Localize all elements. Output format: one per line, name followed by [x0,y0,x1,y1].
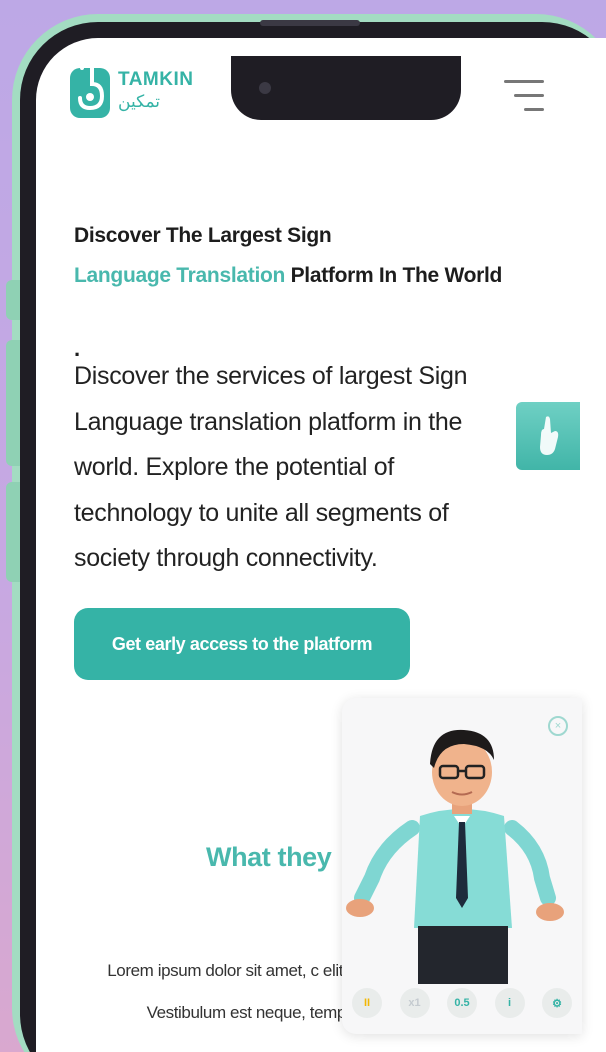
speed-half-icon[interactable]: 0.5 [447,988,477,1018]
speaker-grille [260,20,360,26]
info-icon[interactable]: i [494,988,525,1018]
phone-volume-down-button [6,482,20,582]
hero-title: Discover The Largest Sign Language Trans… [74,216,564,296]
hero-title-line1: Discover The Largest Sign [74,224,332,247]
brand-name-english: TAMKIN [118,69,194,90]
settings-icon[interactable]: ⚙ [542,988,572,1018]
pause-icon[interactable]: II [352,988,382,1018]
hero-description: Discover the services of largest Sign La… [74,362,468,572]
sign-language-side-tab[interactable] [516,402,580,470]
hero-title-accent: Language Translation [74,264,286,287]
avatar-interpreter-illustration [346,729,564,986]
phone-mute-switch [6,280,20,320]
sign-language-video-panel[interactable]: × II x1 0.5 i ⚙ [342,698,582,1034]
hero-title-rest: Platform In The World [285,264,503,287]
phone-notch [231,56,461,120]
get-early-access-button[interactable]: Get early access to the platform [74,608,410,680]
speed-1-icon[interactable]: x1 [399,988,430,1018]
front-camera [259,82,271,94]
tamkin-hand-logo-icon [70,58,110,118]
brand-logo[interactable]: TAMKIN تمكين [68,58,193,124]
hamburger-menu-icon[interactable] [504,78,544,112]
brand-name-arabic: تمكين [118,92,161,111]
close-circle-icon[interactable]: × [548,716,568,736]
phone-screen: TAMKIN تمكين Discover The Largest Sign L… [36,38,606,1052]
sign-hand-icon [540,416,559,455]
testimonials-heading: What they [206,842,332,872]
video-controls: II x1 0.5 i ⚙ [352,984,572,1022]
phone-volume-up-button [6,340,20,466]
